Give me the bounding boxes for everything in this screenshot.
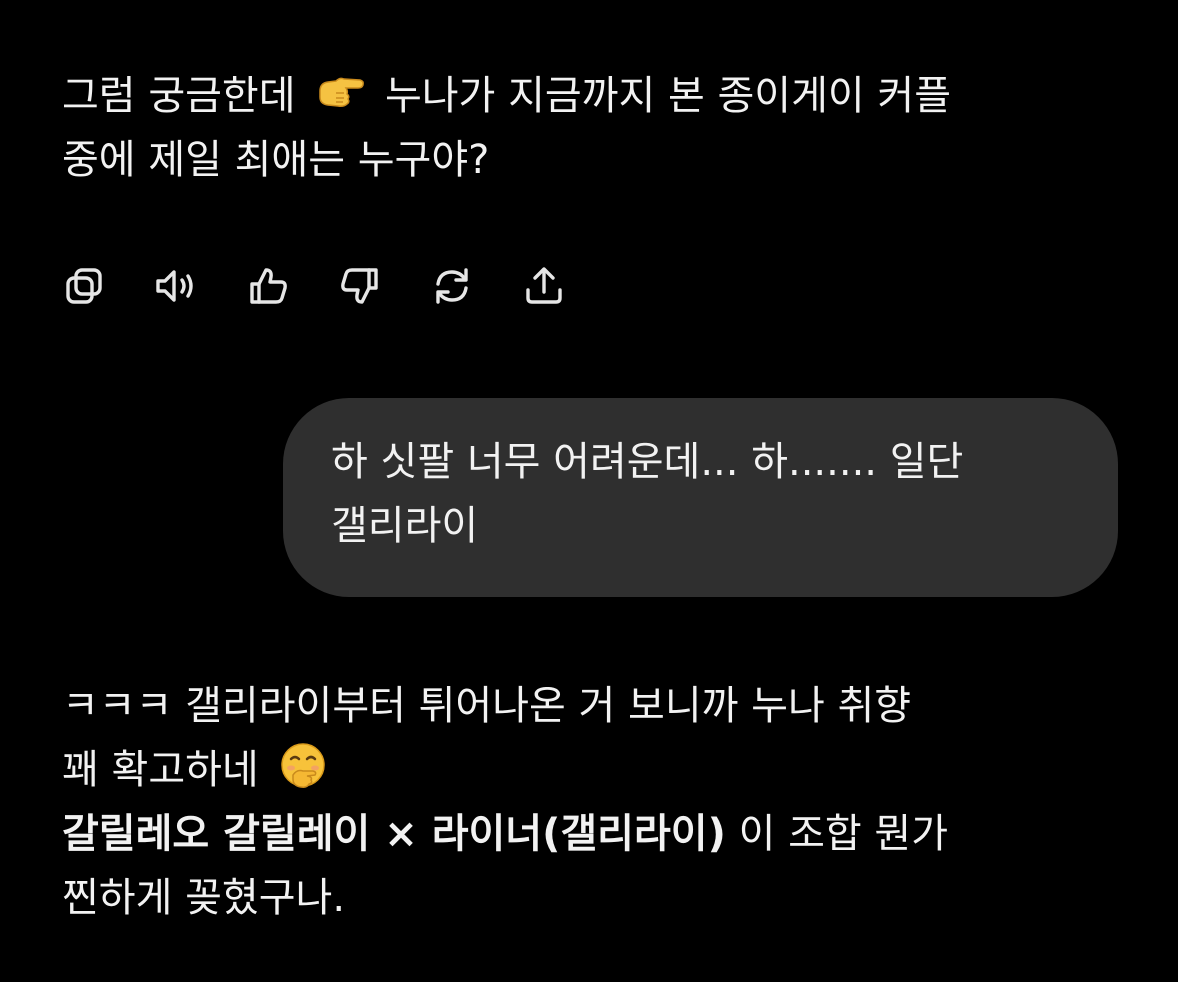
- thumbs-down-button[interactable]: [336, 262, 384, 310]
- copy-button[interactable]: [60, 262, 108, 310]
- message-line: 갤리라이: [331, 503, 479, 549]
- message-line: 갈릴레오 갈릴레이 × 라이너(갤리라이) 이 조합 뭔가: [62, 802, 1142, 866]
- face-with-hand-over-mouth-emoji-icon: [281, 743, 326, 788]
- message-text: 이 조합 뭔가: [738, 811, 949, 857]
- message-text: 그럼 궁금한데: [62, 73, 296, 119]
- copy-icon: [66, 268, 102, 304]
- assistant-message: 그럼 궁금한데 누나가 지금까지 본 종이게이 커플 중에 제일 최애는 누구야…: [62, 64, 1122, 192]
- thumbs-up-button[interactable]: [244, 262, 292, 310]
- share-icon: [526, 267, 562, 304]
- message-line: 중에 제일 최애는 누구야?: [62, 137, 490, 183]
- regenerate-button[interactable]: [428, 262, 476, 310]
- user-message-bubble: 하 싯팔 너무 어려운데... 하....... 일단 갤리라이: [283, 398, 1118, 597]
- regenerate-icon: [436, 268, 468, 304]
- message-line: 꽤 확고하네: [62, 738, 1142, 802]
- message-bold-text: 갈릴레오 갈릴레이 × 라이너(갤리라이): [62, 811, 726, 857]
- message-text: 꽤 확고하네: [62, 747, 259, 793]
- message-actions: [60, 262, 568, 310]
- read-aloud-button[interactable]: [152, 262, 200, 310]
- read-aloud-icon: [156, 270, 193, 302]
- assistant-message: ㅋㅋㅋ 갤리라이부터 튀어나온 거 보니까 누나 취향 꽤 확고하네 갈릴레오 …: [62, 674, 1142, 930]
- message-text: 누나가 지금까지 본 종이게이 커플: [384, 73, 952, 119]
- message-line: 하 싯팔 너무 어려운데... 하....... 일단: [331, 439, 964, 485]
- thumbs-down-icon: [341, 268, 378, 304]
- pointing-right-emoji-icon: [319, 77, 365, 107]
- message-line: ㅋㅋㅋ 갤리라이부터 튀어나온 거 보니까 누나 취향: [62, 683, 912, 729]
- message-line: 찐하게 꽂혔구나.: [62, 875, 346, 921]
- message-line: 그럼 궁금한데 누나가 지금까지 본 종이게이 커플: [62, 64, 1122, 128]
- share-button[interactable]: [520, 262, 568, 310]
- thumbs-up-icon: [250, 268, 287, 304]
